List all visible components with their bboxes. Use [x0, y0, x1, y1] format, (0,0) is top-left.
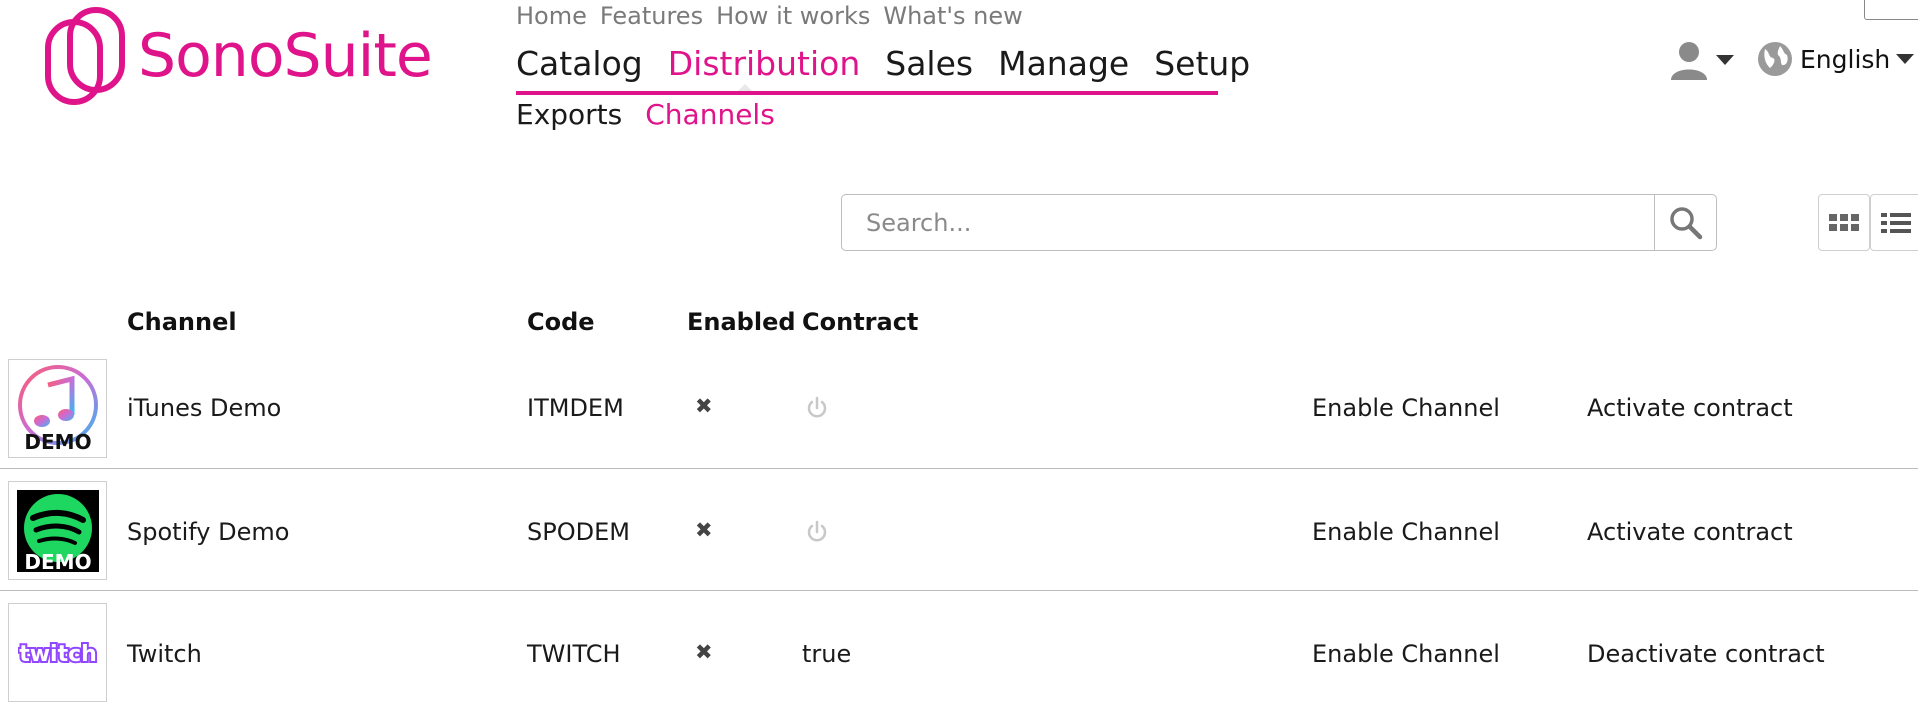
- channel-code: ITMDEM: [527, 394, 624, 422]
- nav-setup[interactable]: Setup: [1154, 44, 1250, 83]
- user-menu[interactable]: [1670, 40, 1734, 80]
- logo-mark-icon: [45, 7, 125, 105]
- nav-sales[interactable]: Sales: [885, 44, 973, 83]
- chevron-down-icon: [1896, 54, 1915, 64]
- contract-power-icon[interactable]: [806, 520, 828, 550]
- music-note-icon: DEMO: [17, 364, 98, 454]
- column-header-contract: Contract: [802, 308, 919, 336]
- contract-action-link[interactable]: Activate contract: [1587, 518, 1793, 546]
- globe-icon: [1758, 42, 1792, 76]
- thumb-label: DEMO: [24, 430, 91, 454]
- top-links: Home Features How it works What's new: [516, 2, 1023, 30]
- subnav-channels[interactable]: Channels: [645, 98, 775, 131]
- spotify-demo-thumbnail: DEMO: [8, 481, 107, 580]
- top-link-how-it-works[interactable]: How it works: [716, 2, 870, 30]
- grid-icon: [1829, 213, 1859, 231]
- disabled-cross-icon: ✖: [695, 640, 713, 664]
- column-header-channel: Channel: [127, 308, 237, 336]
- logo-text: SonoSuite: [138, 21, 433, 91]
- power-icon: [807, 520, 827, 542]
- table-row: DEMO Spotify Demo SPODEM ✖ Enable Channe…: [0, 468, 1918, 590]
- main-nav: Catalog Distribution Sales Manage Setup: [516, 44, 1250, 83]
- itunes-demo-thumbnail: DEMO: [8, 359, 107, 458]
- language-label: English: [1800, 44, 1891, 74]
- channel-name: Spotify Demo: [127, 518, 290, 546]
- search-bar: [841, 194, 1717, 251]
- twitch-logo-icon: twitch: [18, 640, 98, 669]
- top-link-home[interactable]: Home: [516, 2, 587, 30]
- channel-name: Twitch: [127, 640, 202, 668]
- channel-name: iTunes Demo: [127, 394, 282, 422]
- nav-active-caret: [738, 84, 752, 91]
- disabled-cross-icon: ✖: [695, 518, 713, 542]
- list-view-button[interactable]: [1870, 194, 1918, 251]
- contract-value: true: [802, 640, 852, 668]
- user-icon: [1671, 42, 1707, 80]
- enable-channel-link[interactable]: Enable Channel: [1312, 518, 1500, 546]
- top-link-features[interactable]: Features: [600, 2, 703, 30]
- contract-action-link[interactable]: Activate contract: [1587, 394, 1793, 422]
- enable-channel-link[interactable]: Enable Channel: [1312, 640, 1500, 668]
- contract-power-icon[interactable]: [806, 396, 828, 426]
- channel-code: SPODEM: [527, 518, 630, 546]
- table-row: twitch Twitch TWITCH ✖ true Enable Chann…: [0, 590, 1918, 710]
- twitch-thumbnail: twitch: [8, 603, 107, 702]
- column-header-code: Code: [527, 308, 595, 336]
- language-menu[interactable]: English: [1756, 40, 1915, 78]
- search-button[interactable]: [1654, 195, 1716, 250]
- spotify-icon: DEMO: [16, 489, 99, 572]
- search-input[interactable]: [842, 195, 1654, 250]
- subnav-exports[interactable]: Exports: [516, 98, 622, 131]
- sonosuite-logo[interactable]: SonoSuite: [44, 6, 433, 106]
- enable-channel-link[interactable]: Enable Channel: [1312, 394, 1500, 422]
- nav-distribution[interactable]: Distribution: [668, 44, 861, 83]
- thumb-label: twitch: [19, 642, 97, 667]
- search-icon: [1669, 206, 1702, 239]
- column-header-enabled: Enabled: [687, 308, 796, 336]
- chevron-down-icon: [1716, 55, 1734, 65]
- corner-button[interactable]: [1864, 0, 1918, 20]
- top-link-whats-new[interactable]: What's new: [883, 2, 1022, 30]
- nav-underline: [516, 91, 1218, 95]
- grid-view-button[interactable]: [1818, 194, 1870, 251]
- nav-catalog[interactable]: Catalog: [516, 44, 643, 83]
- table-row: DEMO iTunes Demo ITMDEM ✖ Enable Channel…: [0, 346, 1918, 468]
- sub-nav: Exports Channels: [516, 98, 775, 131]
- channel-code: TWITCH: [527, 640, 621, 668]
- list-icon: [1881, 212, 1911, 233]
- nav-manage[interactable]: Manage: [998, 44, 1129, 83]
- contract-action-link[interactable]: Deactivate contract: [1587, 640, 1825, 668]
- thumb-label: DEMO: [24, 550, 91, 572]
- power-icon: [807, 396, 827, 418]
- disabled-cross-icon: ✖: [695, 394, 713, 418]
